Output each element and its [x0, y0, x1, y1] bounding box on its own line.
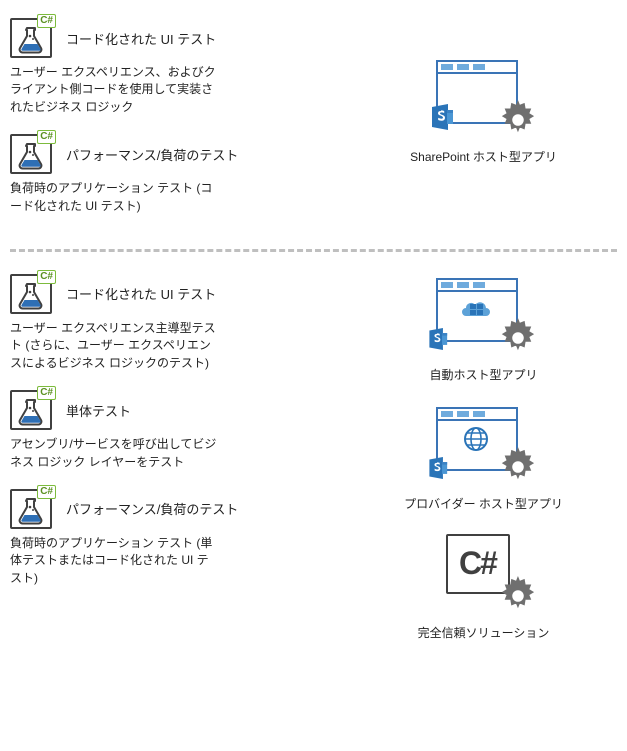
gear-icon	[498, 100, 540, 142]
test-item-coded-ui: C# コード化された UI テスト ユーザー エクスペリエンス、およびクライアン…	[10, 18, 330, 116]
globe-icon	[458, 425, 494, 453]
test-description: 負荷時のアプリケーション テスト (コード化された UI テスト)	[10, 180, 220, 215]
sharepoint-icon	[428, 104, 454, 130]
csharp-test-icon: C#	[10, 489, 52, 529]
test-description: ユーザー エクスペリエンス、およびクライアント側コードを使用して実装されたビジネ…	[10, 64, 220, 116]
tests-column-top: C# コード化された UI テスト ユーザー エクスペリエンス、およびクライアン…	[10, 18, 330, 233]
test-title: パフォーマンス/負荷のテスト	[66, 499, 238, 518]
test-item-coded-ui-b: C# コード化された UI テスト ユーザー エクスペリエンス主導型テスト (さ…	[10, 274, 330, 372]
test-description: 負荷時のアプリケーション テスト (単体テストまたはコード化された UI テスト…	[10, 535, 220, 587]
app-tile-sharepoint-hosted: SharePoint ホスト型アプリ	[350, 56, 617, 165]
apps-column-bottom: 自動ホスト型アプリ プロバイダー ホスト型アプリ C#	[330, 274, 617, 661]
test-description: アセンブリ/サービスを呼び出してビジネス ロジック レイヤーをテスト	[10, 436, 220, 471]
test-title: パフォーマンス/負荷のテスト	[66, 145, 238, 164]
tests-column-bottom: C# コード化された UI テスト ユーザー エクスペリエンス主導型テスト (さ…	[10, 274, 330, 661]
section-divider	[10, 249, 617, 252]
app-caption: SharePoint ホスト型アプリ	[350, 148, 617, 165]
test-title: 単体テスト	[66, 401, 131, 420]
test-item-perf-load-b: C# パフォーマンス/負荷のテスト 負荷時のアプリケーション テスト (単体テス…	[10, 489, 330, 587]
section-bottom: C# コード化された UI テスト ユーザー エクスペリエンス主導型テスト (さ…	[10, 274, 617, 661]
test-description: ユーザー エクスペリエンス主導型テスト (さらに、ユーザー エクスペリエンスによ…	[10, 320, 220, 372]
app-caption: 自動ホスト型アプリ	[350, 366, 617, 383]
apps-column-top: SharePoint ホスト型アプリ	[330, 18, 617, 233]
gear-icon	[498, 318, 540, 360]
app-caption: プロバイダー ホスト型アプリ	[350, 495, 617, 512]
sharepoint-icon	[426, 328, 448, 350]
app-tile-provider-hosted: プロバイダー ホスト型アプリ	[350, 403, 617, 512]
csharp-test-icon: C#	[10, 18, 52, 58]
app-tile-full-trust: C# 完全信頼ソリューション	[350, 532, 617, 641]
test-title: コード化された UI テスト	[66, 284, 216, 303]
gear-icon	[498, 447, 540, 489]
test-item-perf-load: C# パフォーマンス/負荷のテスト 負荷時のアプリケーション テスト (コード化…	[10, 134, 330, 215]
app-tile-auto-hosted: 自動ホスト型アプリ	[350, 274, 617, 383]
csharp-test-icon: C#	[10, 134, 52, 174]
app-caption: 完全信頼ソリューション	[350, 624, 617, 641]
csharp-test-icon: C#	[10, 274, 52, 314]
csharp-test-icon: C#	[10, 390, 52, 430]
sharepoint-icon	[426, 457, 448, 479]
test-item-unit-test: C# 単体テスト アセンブリ/サービスを呼び出してビジネス ロジック レイヤーを…	[10, 390, 330, 471]
section-top: C# コード化された UI テスト ユーザー エクスペリエンス、およびクライアン…	[10, 18, 617, 233]
test-title: コード化された UI テスト	[66, 29, 216, 48]
cloud-windows-icon	[458, 296, 494, 324]
gear-icon	[498, 576, 540, 618]
